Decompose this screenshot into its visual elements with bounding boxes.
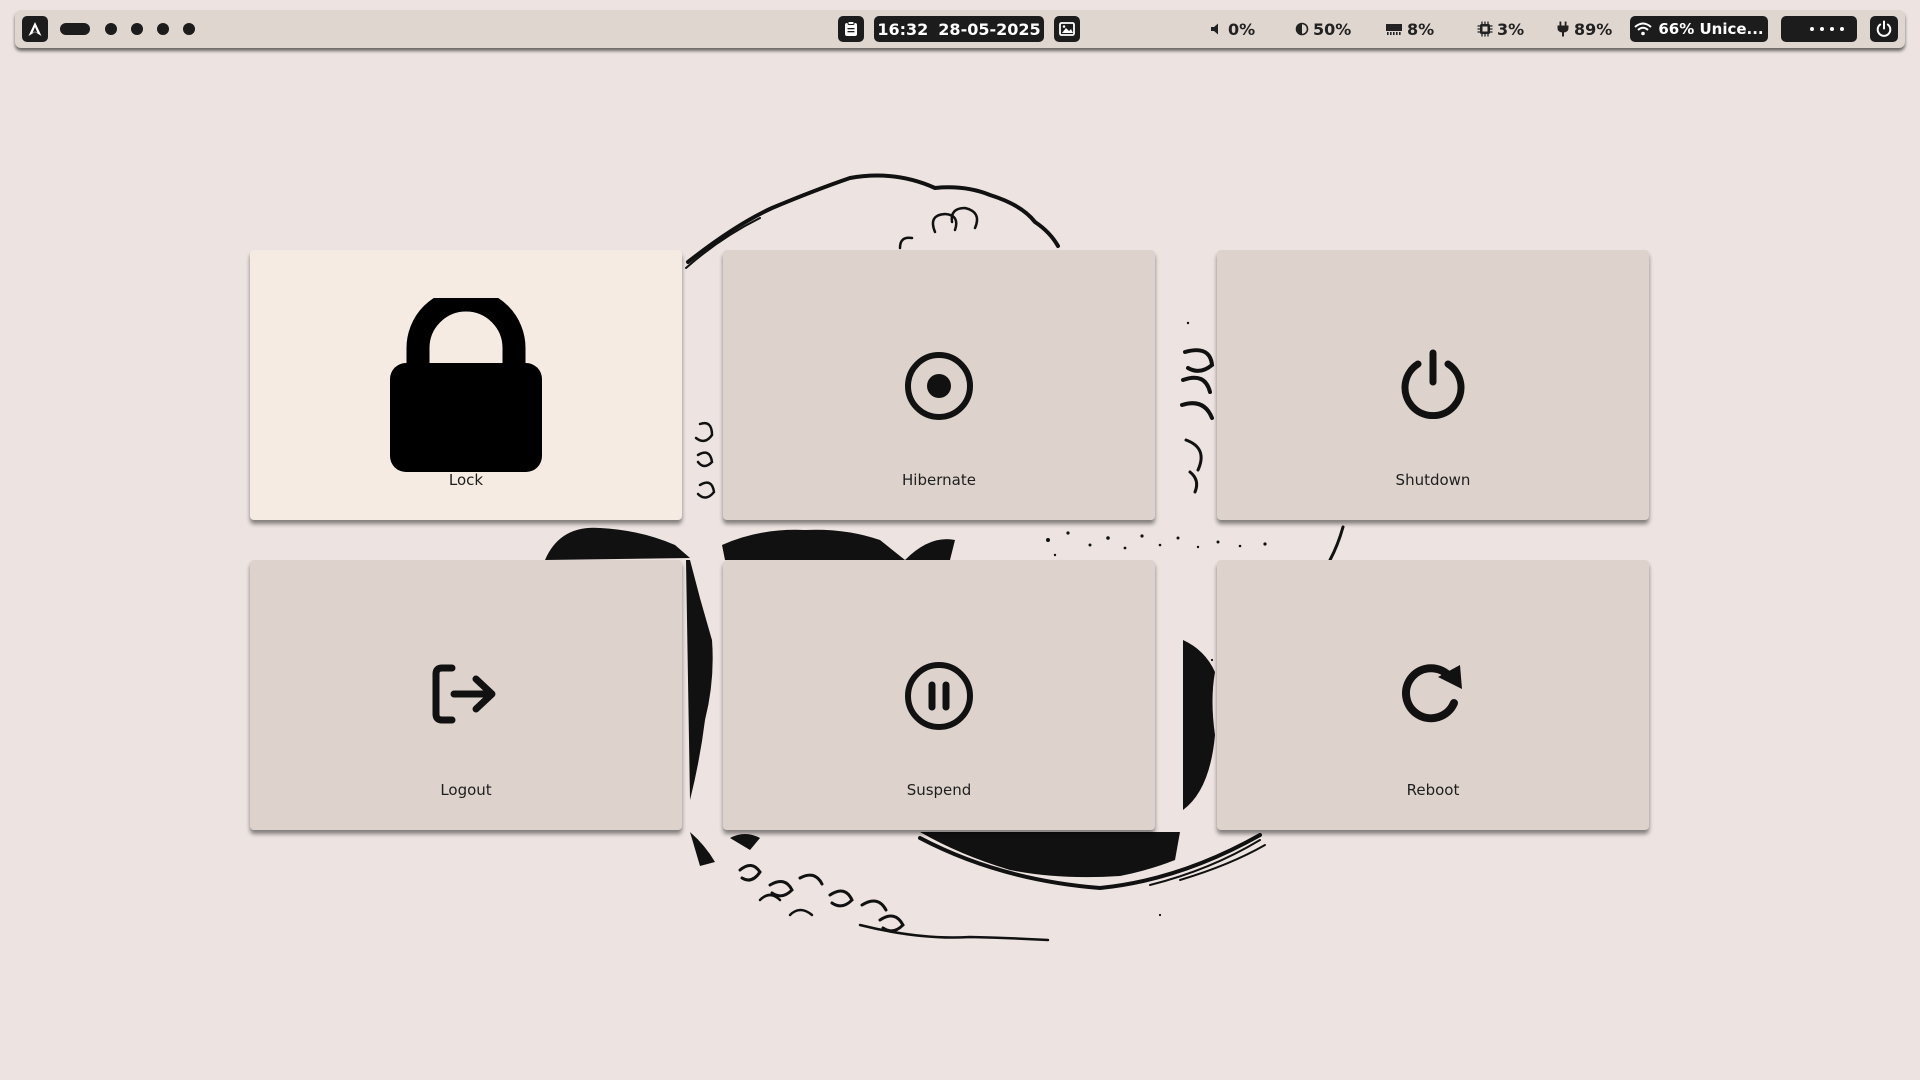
logout-label: Logout [440,781,492,799]
logout-option[interactable]: Logout [250,560,682,830]
pause-icon [905,662,973,730]
shutdown-option[interactable]: Shutdown [1217,250,1649,520]
logout-icon [432,664,496,724]
hibernate-icon [905,352,973,420]
power-icon [1401,349,1465,419]
wave-wallpaper [545,173,1345,942]
shutdown-label: Shutdown [1395,471,1471,489]
suspend-label: Suspend [906,781,972,799]
reboot-option[interactable]: Reboot [1217,560,1649,830]
hibernate-label: Hibernate [902,471,976,489]
suspend-option[interactable]: Suspend [723,560,1155,830]
lock-option[interactable]: Lock [250,250,682,520]
lock-icon [390,298,542,472]
hibernate-option[interactable]: Hibernate [723,250,1155,520]
lock-label: Lock [448,471,484,489]
reboot-icon [1401,664,1462,723]
reboot-label: Reboot [1406,781,1460,799]
